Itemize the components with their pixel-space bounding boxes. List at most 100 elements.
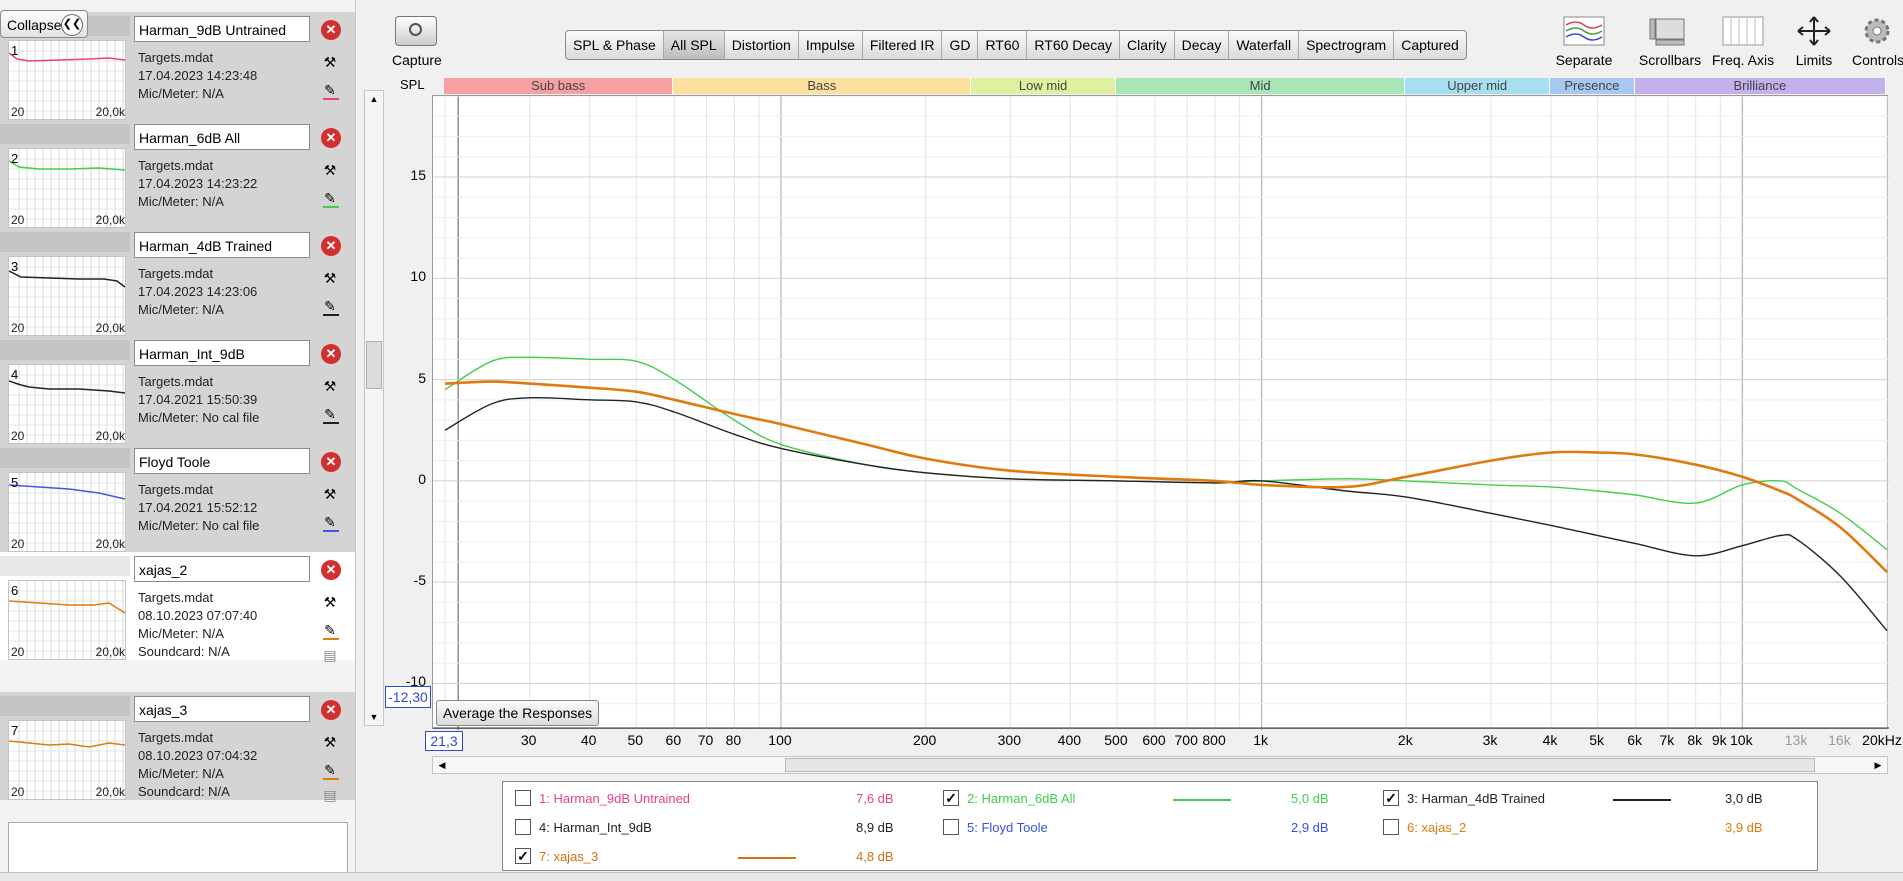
tool-separate-button[interactable]: Separate (1548, 14, 1620, 68)
trace-color-swatch[interactable] (323, 206, 339, 208)
legend-item[interactable]: 5: Floyd Toole 2,9 dB (943, 817, 1363, 839)
x-tick-label: 8k (1687, 732, 1703, 748)
trace-pen-icon[interactable]: ✎ (320, 80, 340, 100)
tab-spectrogram[interactable]: Spectrogram (1299, 31, 1395, 59)
measurement-tools-icon[interactable]: ⚒ (320, 484, 340, 504)
measurement-tools-icon[interactable]: ⚒ (320, 268, 340, 288)
legend-item[interactable]: ✓ 7: xajas_3 4,8 dB (515, 846, 935, 868)
delete-measurement-icon[interactable]: ✕ (321, 20, 341, 40)
trace-pen-icon[interactable]: ✎ (320, 404, 340, 424)
trace-color-swatch[interactable] (323, 778, 339, 780)
measurement-name-field[interactable]: Floyd Toole (134, 448, 310, 474)
delete-measurement-icon[interactable]: ✕ (321, 452, 341, 472)
legend-checkbox[interactable]: ✓ (1383, 790, 1399, 806)
measurement-thumbnail[interactable]: 5 20 20,0k (8, 472, 126, 552)
measurement-tools-icon[interactable]: ⚒ (320, 376, 340, 396)
legend-checkbox[interactable] (515, 790, 531, 806)
measurement-thumbnail[interactable]: 1 20 20,0k (8, 40, 126, 120)
legend-item[interactable]: 6: xajas_2 3,9 dB (1383, 817, 1803, 839)
scrollbar-thumb[interactable] (366, 341, 382, 389)
measurement-name-field[interactable]: Harman_6dB All (134, 124, 310, 150)
tab-spl-phase[interactable]: SPL & Phase (566, 31, 664, 59)
notes-area[interactable] (8, 822, 348, 876)
measurement-list-scrollbar[interactable]: ▲ ▼ (364, 90, 384, 726)
tool-controls-button[interactable]: Controls (1852, 14, 1903, 68)
measurement-name-field[interactable]: xajas_3 (134, 696, 310, 722)
legend-item[interactable]: 4: Harman_Int_9dB 8,9 dB (515, 817, 935, 839)
horizontal-scrollbar[interactable]: ◀ ▶ (432, 756, 1888, 774)
measurement-name-field[interactable]: Harman_4dB Trained (134, 232, 310, 258)
average-responses-button[interactable]: Average the Responses (436, 700, 600, 726)
measurement-item[interactable]: 3 20 20,0k Harman_4dB Trained ✕ Targets.mdat 1… (0, 228, 355, 336)
trace-color-swatch[interactable] (323, 98, 339, 100)
measurement-item[interactable]: 6 20 20,0k xajas_2 ✕ Targets.mdat 08.10.2023 0… (0, 552, 355, 663)
measurement-date: 17.04.2021 15:52:12 (138, 500, 258, 515)
legend-checkbox[interactable] (1383, 819, 1399, 835)
notes-document-icon[interactable]: ▤ (320, 645, 340, 665)
trace-color-swatch[interactable] (323, 422, 339, 424)
measurement-tools-icon[interactable]: ⚒ (320, 52, 340, 72)
trace-pen-icon[interactable]: ✎ (320, 296, 340, 316)
series-line-2-harman-6db-all[interactable] (444, 356, 1888, 551)
tab-distortion[interactable]: Distortion (725, 31, 799, 59)
series-line-7-xajas-3[interactable] (444, 380, 1888, 573)
measurement-tools-icon[interactable]: ⚒ (320, 160, 340, 180)
legend-item[interactable]: 1: Harman_9dB Untrained 7,6 dB (515, 788, 935, 810)
trace-pen-icon[interactable]: ✎ (320, 512, 340, 532)
delete-measurement-icon[interactable]: ✕ (321, 560, 341, 580)
capture-button[interactable]: Capture (392, 16, 442, 70)
trace-color-swatch[interactable] (323, 314, 339, 316)
delete-measurement-icon[interactable]: ✕ (321, 344, 341, 364)
legend-checkbox[interactable]: ✓ (943, 790, 959, 806)
measurement-tools-icon[interactable]: ⚒ (320, 592, 340, 612)
measurement-thumbnail[interactable]: 6 20 20,0k (8, 580, 126, 660)
measurement-tools-icon[interactable]: ⚒ (320, 732, 340, 752)
tab-captured[interactable]: Captured (1394, 31, 1466, 59)
tab-filtered-ir[interactable]: Filtered IR (863, 31, 943, 59)
scroll-down-arrow-icon[interactable]: ▼ (365, 709, 383, 725)
tab-rt60[interactable]: RT60 (978, 31, 1028, 59)
tab-decay[interactable]: Decay (1175, 31, 1230, 59)
tab-gd[interactable]: GD (942, 31, 979, 59)
scroll-left-arrow-icon[interactable]: ◀ (433, 757, 451, 773)
measurement-item[interactable]: 5 20 20,0k Floyd Toole ✕ Targets.mdat 17.04.20… (0, 444, 355, 552)
scroll-up-arrow-icon[interactable]: ▲ (365, 91, 383, 107)
tab-clarity[interactable]: Clarity (1120, 31, 1175, 59)
legend-item[interactable]: ✓ 3: Harman_4dB Trained 3,0 dB (1383, 788, 1803, 810)
measurement-item[interactable]: 7 20 20,0k xajas_3 ✕ Targets.mdat 08.10.2023 0… (0, 692, 355, 803)
delete-measurement-icon[interactable]: ✕ (321, 700, 341, 720)
trace-pen-icon[interactable]: ✎ (320, 620, 340, 640)
tool-scrollbars-button[interactable]: Scrollbars (1636, 14, 1704, 68)
series-line-3-harman-4db-trained[interactable] (444, 396, 1888, 632)
tab-all-spl[interactable]: All SPL (663, 31, 725, 59)
scroll-right-arrow-icon[interactable]: ▶ (1869, 757, 1887, 773)
delete-measurement-icon[interactable]: ✕ (321, 236, 341, 256)
measurement-name-field[interactable]: Harman_9dB Untrained (134, 16, 310, 42)
measurement-name-field[interactable]: Harman_Int_9dB (134, 340, 310, 366)
tool-limits-button[interactable]: Limits (1790, 14, 1838, 68)
collapse-button[interactable]: Collapse ❮❮ (0, 10, 88, 38)
measurement-thumbnail[interactable]: 2 20 20,0k (8, 148, 126, 228)
measurement-thumbnail[interactable]: 4 20 20,0k (8, 364, 126, 444)
tab-impulse[interactable]: Impulse (799, 31, 863, 59)
delete-measurement-icon[interactable]: ✕ (321, 128, 341, 148)
legend-checkbox[interactable] (943, 819, 959, 835)
notes-document-icon[interactable]: ▤ (320, 785, 340, 805)
trace-color-swatch[interactable] (323, 638, 339, 640)
legend-checkbox[interactable] (515, 819, 531, 835)
legend-item[interactable]: ✓ 2: Harman_6dB All 5,0 dB (943, 788, 1363, 810)
legend-checkbox[interactable]: ✓ (515, 848, 531, 864)
measurement-item[interactable]: 4 20 20,0k Harman_Int_9dB ✕ Targets.mdat 17.04… (0, 336, 355, 444)
measurement-name-field[interactable]: xajas_2 (134, 556, 310, 582)
tab-rt60-decay[interactable]: RT60 Decay (1027, 31, 1120, 59)
measurement-thumbnail[interactable]: 7 20 20,0k (8, 720, 126, 800)
measurement-thumbnail[interactable]: 3 20 20,0k (8, 256, 126, 336)
tab-waterfall[interactable]: Waterfall (1229, 31, 1300, 59)
spl-chart[interactable] (432, 95, 1889, 730)
hscroll-thumb[interactable] (785, 758, 1815, 772)
measurement-item[interactable]: 2 20 20,0k Harman_6dB All ✕ Targets.mdat 17.04… (0, 120, 355, 228)
trace-color-swatch[interactable] (323, 530, 339, 532)
trace-pen-icon[interactable]: ✎ (320, 188, 340, 208)
tool-freq-axis-button[interactable]: Freq. Axis (1710, 14, 1776, 68)
trace-pen-icon[interactable]: ✎ (320, 760, 340, 780)
